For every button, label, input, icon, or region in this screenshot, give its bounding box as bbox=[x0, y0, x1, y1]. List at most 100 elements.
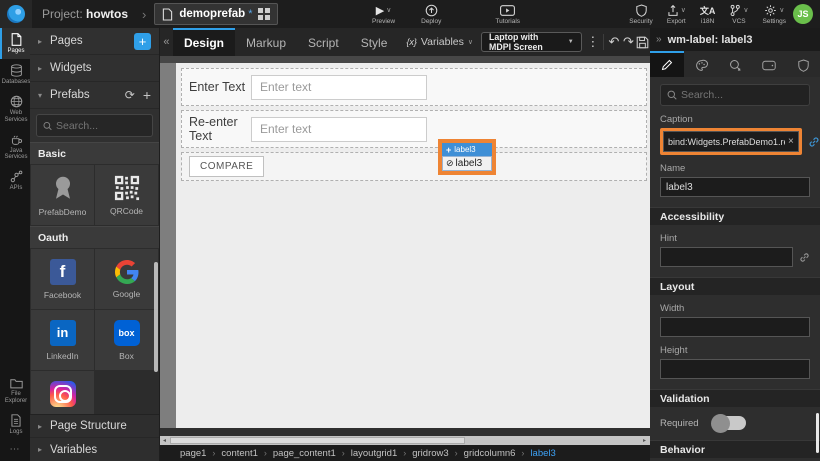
reenter-text-input[interactable] bbox=[251, 117, 427, 142]
breadcrumb-label3[interactable]: label3 bbox=[530, 448, 555, 459]
i18n-button[interactable]: 文A i18N bbox=[700, 0, 716, 28]
tab-search-props[interactable] bbox=[718, 51, 752, 77]
compare-button[interactable]: COMPARE bbox=[189, 156, 264, 177]
selected-label3-widget[interactable]: + label3 ⊘ label3 bbox=[438, 139, 496, 175]
rail-item-databases[interactable]: Databases bbox=[0, 59, 30, 90]
bind-hint-icon[interactable] bbox=[799, 252, 810, 263]
hint-input[interactable] bbox=[660, 247, 793, 267]
enter-text-input[interactable] bbox=[251, 75, 427, 100]
tab-security-props[interactable] bbox=[786, 51, 820, 77]
prefab-tile-prefabdemo[interactable]: PrefabDemo bbox=[31, 165, 94, 225]
add-prefab-button[interactable]: + bbox=[143, 87, 151, 103]
rail-item-web-services[interactable]: Web Services bbox=[0, 90, 30, 128]
prefab-tile-google[interactable]: Google bbox=[95, 249, 158, 309]
name-input[interactable] bbox=[660, 177, 810, 197]
settings-button[interactable]: ∨ Settings bbox=[763, 0, 787, 28]
breadcrumb-content1[interactable]: content1 bbox=[221, 448, 257, 459]
prefab-tile-box[interactable]: box Box bbox=[95, 310, 158, 370]
canvas-top-strip bbox=[160, 56, 650, 63]
breadcrumb-layoutgrid1[interactable]: layoutgrid1 bbox=[351, 448, 397, 459]
height-input[interactable] bbox=[660, 359, 810, 379]
required-toggle[interactable] bbox=[712, 416, 746, 430]
tab-markup[interactable]: Markup bbox=[235, 28, 297, 56]
prefab-tile-instagram[interactable]: Instagram bbox=[31, 371, 94, 414]
caption-input[interactable] bbox=[668, 137, 785, 147]
canvas-h-scrollbar[interactable]: ◂ ▸ bbox=[160, 436, 650, 445]
rail-item-apis[interactable]: APIs bbox=[0, 165, 30, 196]
width-input[interactable] bbox=[660, 317, 810, 337]
undo-button[interactable]: ↶ bbox=[607, 28, 621, 56]
breadcrumb-page-content1[interactable]: page_content1 bbox=[273, 448, 336, 459]
expand-panel-button[interactable]: » bbox=[650, 34, 668, 45]
tutorials-button[interactable]: Tutorials bbox=[495, 0, 520, 28]
prefab-search-input[interactable] bbox=[56, 120, 146, 132]
left-panel-scrollbar[interactable] bbox=[154, 262, 158, 372]
rail-item-pages[interactable]: Pages bbox=[0, 28, 30, 59]
grid-row-1[interactable]: Enter Text bbox=[181, 68, 647, 106]
breadcrumb-page1[interactable]: page1 bbox=[180, 448, 206, 459]
canvas-more-button[interactable]: ⋮ bbox=[586, 28, 600, 56]
refresh-prefabs-button[interactable]: ⟳ bbox=[125, 88, 135, 102]
section-pages[interactable]: ▸ Pages + bbox=[30, 28, 159, 55]
caret-down-icon: ▾ bbox=[38, 91, 50, 100]
clear-caption-icon[interactable]: × bbox=[788, 136, 794, 147]
qrcode-icon bbox=[114, 175, 140, 201]
widget-name-badge[interactable]: + label3 bbox=[442, 143, 492, 156]
right-panel-scrollbar[interactable] bbox=[816, 413, 819, 453]
export-button[interactable]: ∨ Export bbox=[667, 0, 686, 28]
section-page-structure[interactable]: ▸ Page Structure bbox=[30, 415, 159, 438]
grid-row-3[interactable]: COMPARE bbox=[181, 152, 647, 181]
add-page-button[interactable]: + bbox=[134, 33, 151, 50]
height-label: Height bbox=[660, 345, 810, 356]
tab-design[interactable]: Design bbox=[173, 28, 235, 56]
user-avatar[interactable]: JS bbox=[793, 4, 813, 24]
prefab-tile-linkedin[interactable]: in LinkedIn bbox=[31, 310, 94, 370]
page-selector[interactable]: demoprefab * bbox=[154, 3, 278, 25]
scroll-right-arrow[interactable]: ▸ bbox=[640, 436, 649, 445]
page-surface[interactable]: Enter Text Re-enter Text COMPARE + label… bbox=[176, 63, 650, 428]
label3-widget[interactable]: ⊘ label3 bbox=[442, 156, 492, 171]
rail-item-file-explorer[interactable]: File Explorer bbox=[0, 372, 30, 409]
property-search[interactable] bbox=[660, 84, 810, 106]
api-nodes-icon bbox=[10, 170, 23, 183]
variables-dropdown[interactable]: {x} Variables ∨ bbox=[398, 28, 481, 56]
prefab-search[interactable] bbox=[36, 114, 153, 137]
bind-caption-icon[interactable] bbox=[808, 136, 820, 148]
breadcrumb-gridcolumn6[interactable]: gridcolumn6 bbox=[464, 448, 516, 459]
save-button[interactable] bbox=[636, 28, 650, 56]
grid-row-2[interactable]: Re-enter Text bbox=[181, 110, 647, 148]
scroll-left-arrow[interactable]: ◂ bbox=[160, 436, 169, 445]
tab-styles[interactable] bbox=[684, 51, 718, 77]
shield-icon bbox=[798, 59, 809, 72]
redo-button[interactable]: ↷ bbox=[621, 28, 635, 56]
tab-script[interactable]: Script bbox=[297, 28, 350, 56]
rail-item-java-services[interactable]: Java Services bbox=[0, 128, 30, 166]
vcs-button[interactable]: ∨ VCS bbox=[729, 0, 748, 28]
section-prefabs[interactable]: ▾ Prefabs ⟳ + bbox=[30, 82, 159, 109]
vcs-branch-icon bbox=[729, 4, 741, 17]
collapse-left-panel-button[interactable]: « bbox=[160, 28, 173, 56]
app-logo[interactable] bbox=[0, 0, 32, 28]
page-icon bbox=[162, 8, 173, 21]
section-variables[interactable]: ▸ Variables bbox=[30, 438, 159, 461]
section-widgets[interactable]: ▸ Widgets bbox=[30, 55, 159, 82]
tab-properties[interactable] bbox=[650, 51, 684, 77]
topbar: Project: howtos › demoprefab * ▶∨ Previe… bbox=[0, 0, 820, 28]
breadcrumb-gridrow3[interactable]: gridrow3 bbox=[412, 448, 448, 459]
caption-label: Caption bbox=[660, 114, 810, 125]
rail-more-button[interactable]: ⋯ bbox=[0, 440, 30, 461]
security-button[interactable]: Security bbox=[629, 0, 652, 28]
deploy-button[interactable]: Deploy bbox=[421, 0, 441, 28]
prefab-tile-qrcode[interactable]: QRCode bbox=[95, 165, 158, 225]
tab-messages[interactable] bbox=[752, 51, 786, 77]
widget-breadcrumb: page1 › content1 › page_content1 › layou… bbox=[160, 445, 650, 461]
property-search-input[interactable] bbox=[681, 89, 791, 101]
design-canvas: Enter Text Re-enter Text COMPARE + label… bbox=[160, 56, 650, 445]
scrollbar-thumb[interactable] bbox=[170, 437, 465, 444]
device-selector[interactable]: Laptop with MDPI Screen ▼ bbox=[481, 32, 582, 52]
pages-grid-icon[interactable] bbox=[258, 8, 270, 20]
rail-item-logs[interactable]: Logs bbox=[0, 409, 30, 440]
prefab-tile-facebook[interactable]: f Facebook bbox=[31, 249, 94, 309]
tab-style[interactable]: Style bbox=[350, 28, 399, 56]
preview-button[interactable]: ▶∨ Preview bbox=[372, 0, 395, 28]
